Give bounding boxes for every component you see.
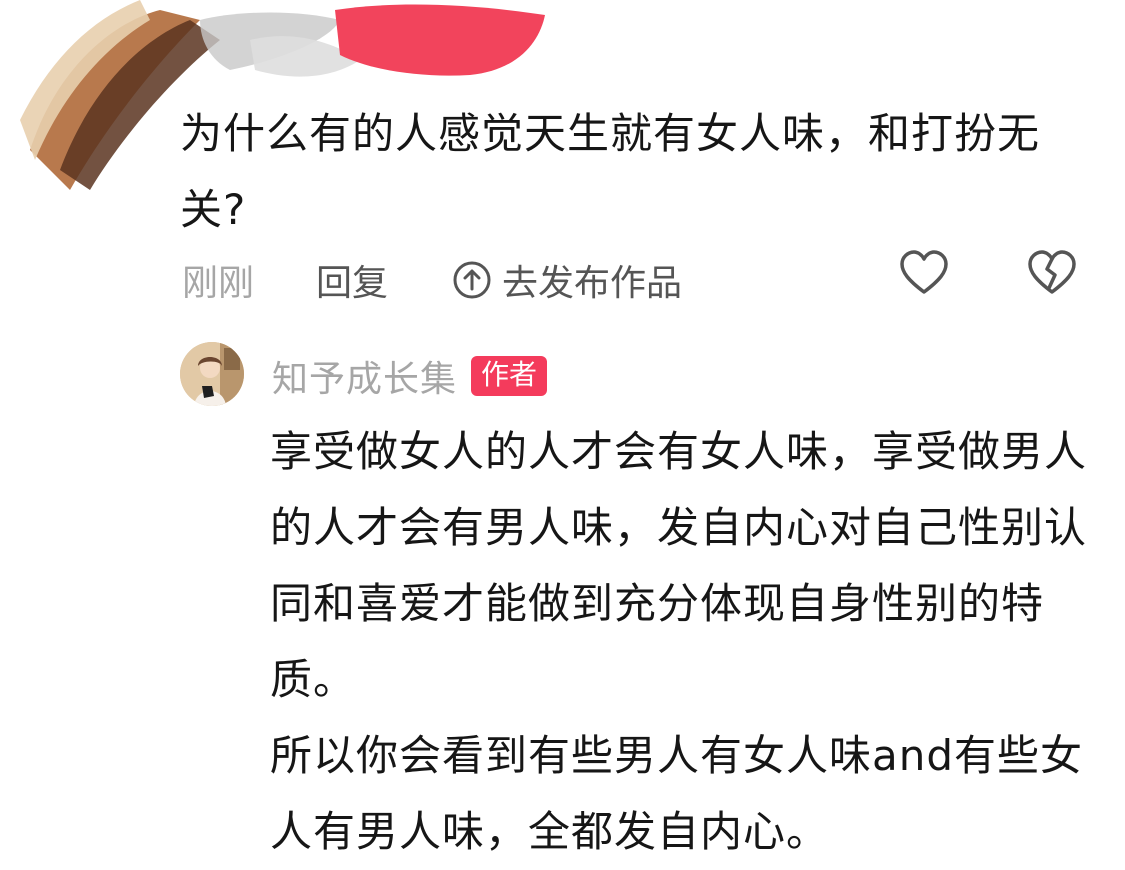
upload-circle-icon [453, 261, 491, 299]
comment-timestamp: 刚刚 [182, 263, 255, 304]
publish-work-button[interactable]: 去发布作品 [452, 254, 682, 306]
comment-question: 为什么有的人感觉天生就有女人味，和打扮无关? [180, 109, 1041, 234]
avatar-image [180, 342, 244, 406]
reply-paragraph-2: 所以你会看到有些男人有女人味and有些女人有男人味，全都发自内心。 [270, 731, 1084, 856]
author-line: 知予成长集 作者 [272, 350, 548, 402]
reply-paragraph-1: 享受做女人的人才会有女人味，享受做男人的人才会有男人味，发自内心对自己性别认同和… [270, 427, 1088, 704]
author-name[interactable]: 知予成长集 [272, 350, 457, 402]
author-avatar[interactable] [180, 342, 244, 406]
author-badge: 作者 [471, 356, 548, 396]
publish-work-label: 去发布作品 [502, 263, 683, 304]
broken-heart-icon[interactable] [1026, 248, 1078, 300]
reply-button[interactable]: 回复 [316, 254, 388, 306]
heart-icon[interactable] [898, 248, 950, 300]
reply-text: 享受做女人的人才会有女人味，享受做男人的人才会有男人味，发自内心对自己性别认同和… [270, 414, 1100, 870]
comment-actions: 刚刚 回复 去发布作品 [180, 248, 1080, 304]
